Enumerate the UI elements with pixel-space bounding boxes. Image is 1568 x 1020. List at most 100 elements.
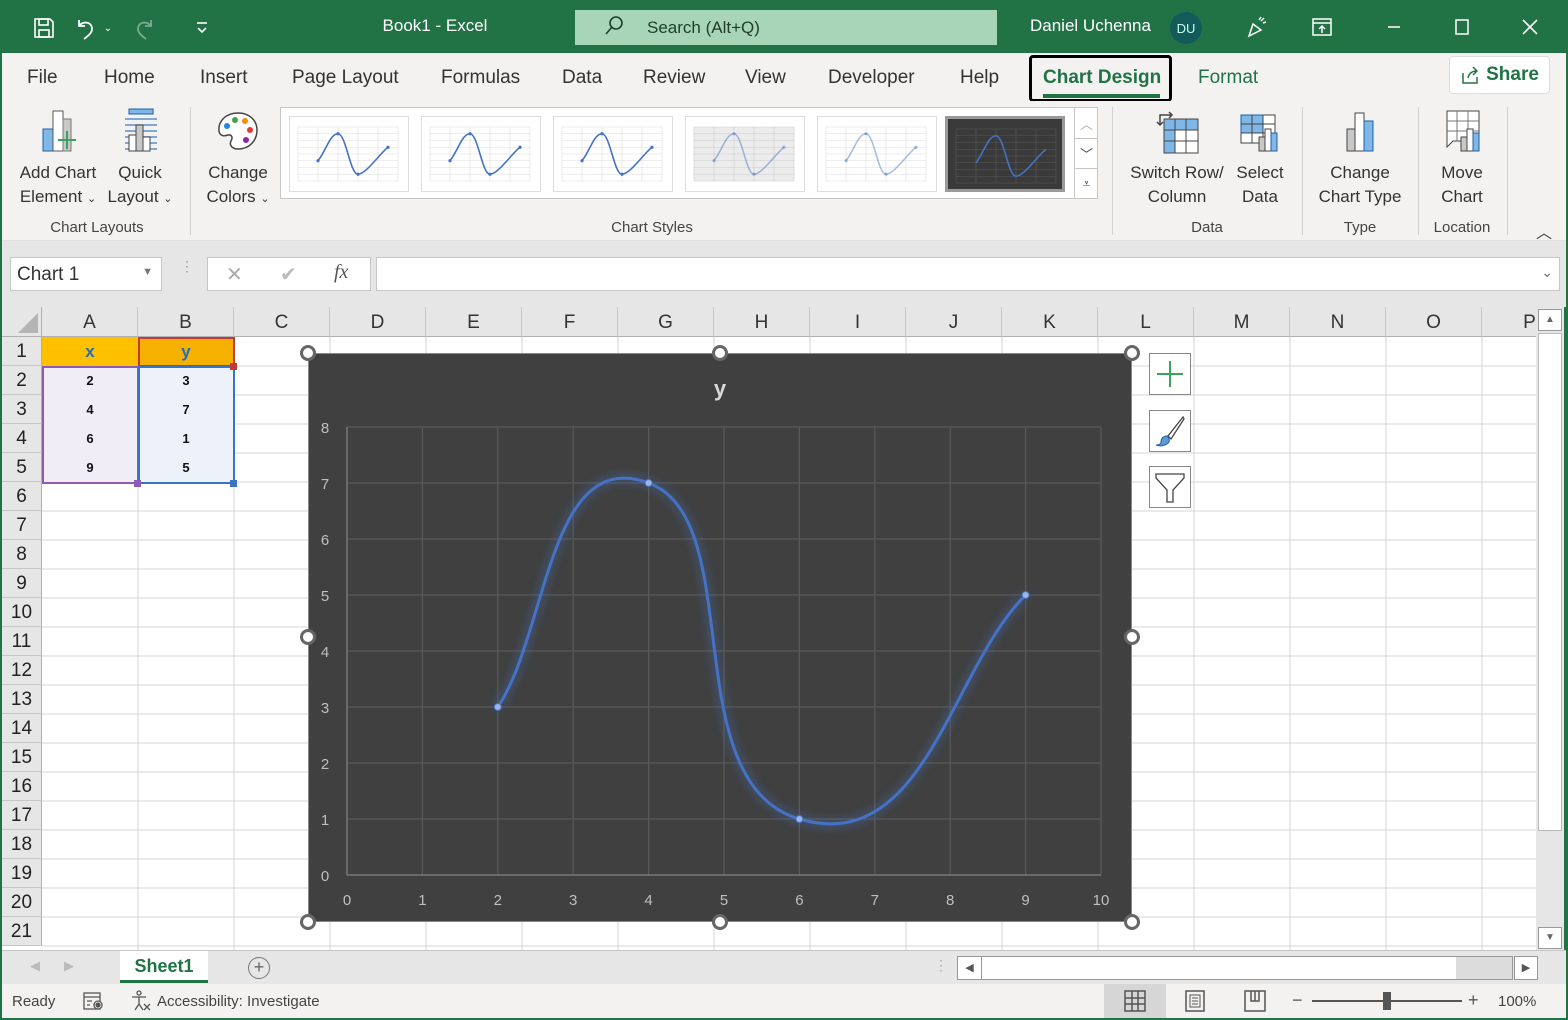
- row-header-19[interactable]: 19: [2, 859, 42, 888]
- column-header-J[interactable]: J: [906, 307, 1002, 337]
- undo-dropdown-icon[interactable]: ⌄: [98, 14, 118, 42]
- range-resize-handle[interactable]: [230, 480, 237, 487]
- insert-function-icon[interactable]: fx: [334, 261, 348, 284]
- tab-format[interactable]: Format: [1198, 67, 1258, 89]
- minimize-icon[interactable]: [1374, 10, 1414, 44]
- name-box[interactable]: Chart 1 ▼: [10, 257, 162, 291]
- undo-icon[interactable]: [72, 14, 100, 42]
- resize-handle-bottom-right[interactable]: [1124, 914, 1140, 930]
- tab-chart-design[interactable]: Chart Design: [1029, 55, 1172, 102]
- formula-bar-grip[interactable]: ⋮: [180, 259, 194, 283]
- enter-icon[interactable]: ✔: [280, 262, 297, 287]
- select-all-button[interactable]: [2, 307, 42, 337]
- column-header-B[interactable]: B: [138, 307, 234, 337]
- row-header-10[interactable]: 10: [2, 598, 42, 627]
- row-header-21[interactable]: 21: [2, 917, 42, 946]
- column-header-H[interactable]: H: [714, 307, 810, 337]
- tab-formulas[interactable]: Formulas: [441, 67, 520, 89]
- gallery-scroll-down-icon[interactable]: ﹀: [1074, 138, 1098, 168]
- row-header-11[interactable]: 11: [2, 627, 42, 656]
- row-header-12[interactable]: 12: [2, 656, 42, 685]
- chart-filters-button[interactable]: [1149, 466, 1191, 508]
- tab-split-grip[interactable]: ⋮: [934, 957, 948, 974]
- data-point[interactable]: [493, 703, 502, 711]
- resize-handle-bottom[interactable]: [712, 914, 728, 930]
- chart-styles-button[interactable]: [1149, 410, 1191, 452]
- chart-style-2[interactable]: [421, 116, 541, 192]
- column-header-G[interactable]: G: [618, 307, 714, 337]
- formula-input[interactable]: ⌄: [376, 257, 1560, 291]
- tab-review[interactable]: Review: [643, 67, 705, 89]
- chart-style-6[interactable]: [945, 116, 1065, 192]
- cell-B2[interactable]: 3: [138, 366, 234, 395]
- horizontal-scrollbar[interactable]: ◀: [957, 956, 1513, 980]
- resize-handle-top-left[interactable]: [300, 345, 316, 361]
- column-header-C[interactable]: C: [234, 307, 330, 337]
- chart-style-1[interactable]: [289, 116, 409, 192]
- expand-formula-bar-icon[interactable]: ⌄: [1541, 264, 1553, 281]
- cell-A3[interactable]: 4: [42, 395, 138, 424]
- horizontal-scroll-track[interactable]: [1456, 957, 1512, 979]
- row-header-13[interactable]: 13: [2, 685, 42, 714]
- column-header-O[interactable]: O: [1386, 307, 1482, 337]
- column-header-P[interactable]: P: [1482, 307, 1536, 337]
- row-header-2[interactable]: 2: [2, 366, 42, 395]
- zoom-in-icon[interactable]: +: [1468, 990, 1479, 1011]
- chart-elements-button[interactable]: [1149, 353, 1191, 395]
- row-header-14[interactable]: 14: [2, 714, 42, 743]
- tab-insert[interactable]: Insert: [200, 67, 248, 89]
- row-header-1[interactable]: 1: [2, 337, 42, 366]
- column-header-I[interactable]: I: [810, 307, 906, 337]
- scroll-left-icon[interactable]: ◀: [958, 957, 982, 979]
- page-break-preview-icon[interactable]: [1244, 990, 1266, 1016]
- row-header-15[interactable]: 15: [2, 743, 42, 772]
- row-header-8[interactable]: 8: [2, 540, 42, 569]
- tab-view[interactable]: View: [745, 67, 786, 89]
- data-point[interactable]: [1021, 591, 1030, 599]
- row-header-3[interactable]: 3: [2, 395, 42, 424]
- resize-handle-top[interactable]: [712, 345, 728, 361]
- cell-A1[interactable]: x: [42, 337, 138, 366]
- accessibility-status[interactable]: Accessibility: Investigate: [157, 993, 320, 1010]
- data-point[interactable]: [644, 479, 653, 487]
- cell-B1[interactable]: y: [138, 337, 234, 366]
- macro-recording-icon[interactable]: [82, 991, 106, 1015]
- cell-B4[interactable]: 1: [138, 424, 234, 453]
- tab-help[interactable]: Help: [960, 67, 999, 89]
- row-header-16[interactable]: 16: [2, 772, 42, 801]
- data-point[interactable]: [795, 815, 804, 823]
- search-box[interactable]: Search (Alt+Q): [575, 10, 997, 45]
- normal-view-button[interactable]: [1104, 984, 1166, 1018]
- collapse-ribbon-icon[interactable]: ︿: [1536, 219, 1552, 243]
- range-resize-handle[interactable]: [230, 363, 237, 370]
- column-header-D[interactable]: D: [330, 307, 426, 337]
- tab-data[interactable]: Data: [562, 67, 602, 89]
- scroll-right-icon[interactable]: ▶: [1514, 956, 1538, 980]
- tab-file[interactable]: File: [27, 67, 58, 89]
- resize-handle-bottom-left[interactable]: [300, 914, 316, 930]
- ribbon-display-options-icon[interactable]: [1302, 10, 1342, 44]
- column-header-E[interactable]: E: [426, 307, 522, 337]
- vertical-scrollbar[interactable]: ▲ ▼: [1536, 307, 1564, 950]
- change-chart-type-button[interactable]: Change Chart Type: [1312, 107, 1408, 209]
- resize-handle-left[interactable]: [300, 629, 316, 645]
- page-layout-view-icon[interactable]: [1184, 990, 1206, 1016]
- gallery-scroll-up-icon[interactable]: ︿: [1074, 108, 1098, 138]
- select-data-button[interactable]: Select Data: [1230, 107, 1290, 209]
- scroll-up-icon[interactable]: ▲: [1538, 309, 1562, 331]
- row-header-18[interactable]: 18: [2, 830, 42, 859]
- chart[interactable]: y 0 1 2 3 4 5 6 7 8 0 1 2 3 4 5 6 7 8 9 10: [308, 353, 1132, 922]
- column-header-M[interactable]: M: [1194, 307, 1290, 337]
- add-chart-element-button[interactable]: Add Chart Element ⌄: [14, 107, 102, 211]
- column-header-N[interactable]: N: [1290, 307, 1386, 337]
- column-header-L[interactable]: L: [1098, 307, 1194, 337]
- chart-style-3[interactable]: [553, 116, 673, 192]
- zoom-out-icon[interactable]: −: [1292, 990, 1303, 1011]
- add-sheet-icon[interactable]: +: [248, 957, 270, 979]
- row-header-17[interactable]: 17: [2, 801, 42, 830]
- chart-style-4[interactable]: [685, 116, 805, 192]
- chart-title[interactable]: y: [714, 376, 727, 401]
- coauthoring-icon[interactable]: [1236, 10, 1276, 44]
- sheet-tab-sheet1[interactable]: Sheet1: [120, 951, 208, 983]
- switch-row-column-button[interactable]: Switch Row/ Column: [1124, 107, 1230, 209]
